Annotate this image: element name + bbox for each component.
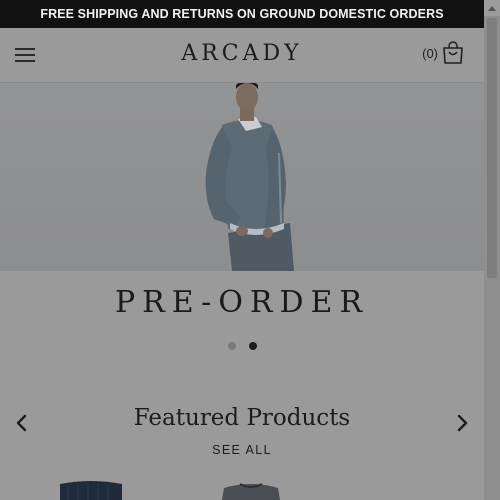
- product-image-trousers: [60, 481, 122, 500]
- page: FREE SHIPPING AND RETURNS ON GROUND DOME…: [0, 0, 500, 500]
- featured-products-heading: Featured Products: [133, 405, 351, 431]
- cart-count: (0): [422, 45, 438, 61]
- slider-dots: [0, 342, 484, 350]
- announcement-text: FREE SHIPPING AND RETURNS ON GROUND DOME…: [40, 7, 444, 21]
- product-thumbnail[interactable]: [58, 478, 124, 500]
- scroll-up-arrow-icon[interactable]: [484, 0, 500, 16]
- cart-button[interactable]: (0): [422, 41, 464, 65]
- hero-title: PRE-ORDER: [114, 285, 370, 320]
- product-image-sweater: [222, 483, 280, 500]
- slider-dot-2[interactable]: [248, 342, 257, 350]
- scrollbar-thumb[interactable]: [487, 18, 497, 278]
- product-thumbnail[interactable]: [218, 478, 284, 500]
- site-logo[interactable]: ARCADY: [0, 41, 484, 66]
- hero-banner-image[interactable]: [0, 83, 484, 271]
- slider-dot-1[interactable]: [227, 342, 236, 350]
- shopping-bag-icon: [443, 41, 463, 64]
- see-all-link[interactable]: SEE ALL: [0, 443, 484, 457]
- announcement-bar: FREE SHIPPING AND RETURNS ON GROUND DOME…: [0, 0, 484, 28]
- scrollbar[interactable]: [484, 0, 500, 500]
- site-header: ARCADY (0): [0, 28, 484, 83]
- chevron-right-icon[interactable]: [454, 413, 470, 433]
- hero-model-photo: [0, 83, 484, 271]
